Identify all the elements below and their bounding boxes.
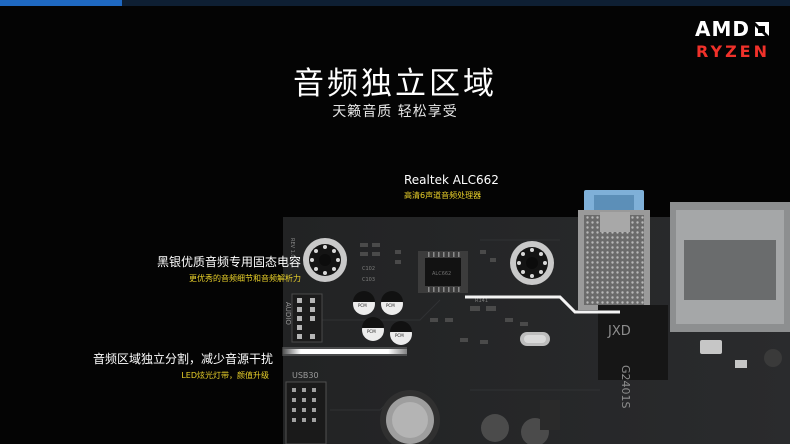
svg-text:PCM: PCM bbox=[386, 303, 395, 308]
callout-realtek-title: Realtek ALC662 bbox=[404, 173, 499, 187]
callout-realtek-desc: 高清6声道音频处理器 bbox=[404, 191, 482, 200]
callout-realtek: Realtek ALC662 高清6声道音频处理器 bbox=[404, 173, 499, 201]
chip-code: G2401S bbox=[619, 365, 632, 409]
amd-arrow-icon bbox=[755, 22, 769, 36]
usb30-header: USB30 bbox=[285, 371, 327, 444]
callout-capacitors-title: 黑银优质音频专用固态电容 bbox=[156, 255, 301, 269]
callout-isolation-desc: LED炫光灯带，颜值升级 bbox=[181, 371, 269, 380]
svg-text:C103: C103 bbox=[362, 277, 375, 283]
svg-text:R141: R141 bbox=[475, 298, 488, 304]
svg-text:ALC662: ALC662 bbox=[432, 271, 451, 277]
callout-isolation-title: 音频区域独立分割，减少音源干扰 bbox=[93, 352, 274, 366]
mounting-hole-right bbox=[510, 241, 554, 285]
callout-capacitors: 黑银优质音频专用固态电容 更优秀的音频细节和音频解析力 bbox=[133, 253, 301, 284]
usb30-label: USB30 bbox=[292, 371, 319, 380]
audio-jack-stack bbox=[578, 190, 650, 310]
svg-text:C102: C102 bbox=[362, 266, 375, 272]
product-slide: REV 1.0 C102 C103 R141 ALC662 AUDIO PCM … bbox=[0, 0, 790, 444]
amd-logo: AMD bbox=[670, 18, 770, 40]
svg-text:PCM: PCM bbox=[358, 303, 367, 308]
lan-port bbox=[670, 202, 790, 332]
page-subtitle: 天籁音质 轻松享受 bbox=[332, 104, 458, 120]
brand-logo: AMD RYZEN bbox=[670, 18, 770, 62]
callout-isolation: 音频区域独立分割，减少音源干扰 LED炫光灯带，颜值升级 bbox=[93, 350, 274, 381]
amd-logo-text: AMD bbox=[695, 17, 750, 41]
crystal-oscillator bbox=[520, 332, 550, 346]
callout-capacitors-desc: 更优秀的音频细节和音频解析力 bbox=[189, 274, 301, 283]
page-title: 音频独立区域 bbox=[293, 66, 497, 102]
chip-marking: JXD bbox=[607, 324, 631, 339]
audio-header-label: AUDIO bbox=[284, 302, 292, 325]
mounting-hole-left bbox=[303, 238, 347, 282]
svg-text:PCM: PCM bbox=[367, 329, 376, 334]
svg-text:PCM: PCM bbox=[395, 333, 404, 338]
realtek-chip: ALC662 bbox=[418, 251, 468, 293]
